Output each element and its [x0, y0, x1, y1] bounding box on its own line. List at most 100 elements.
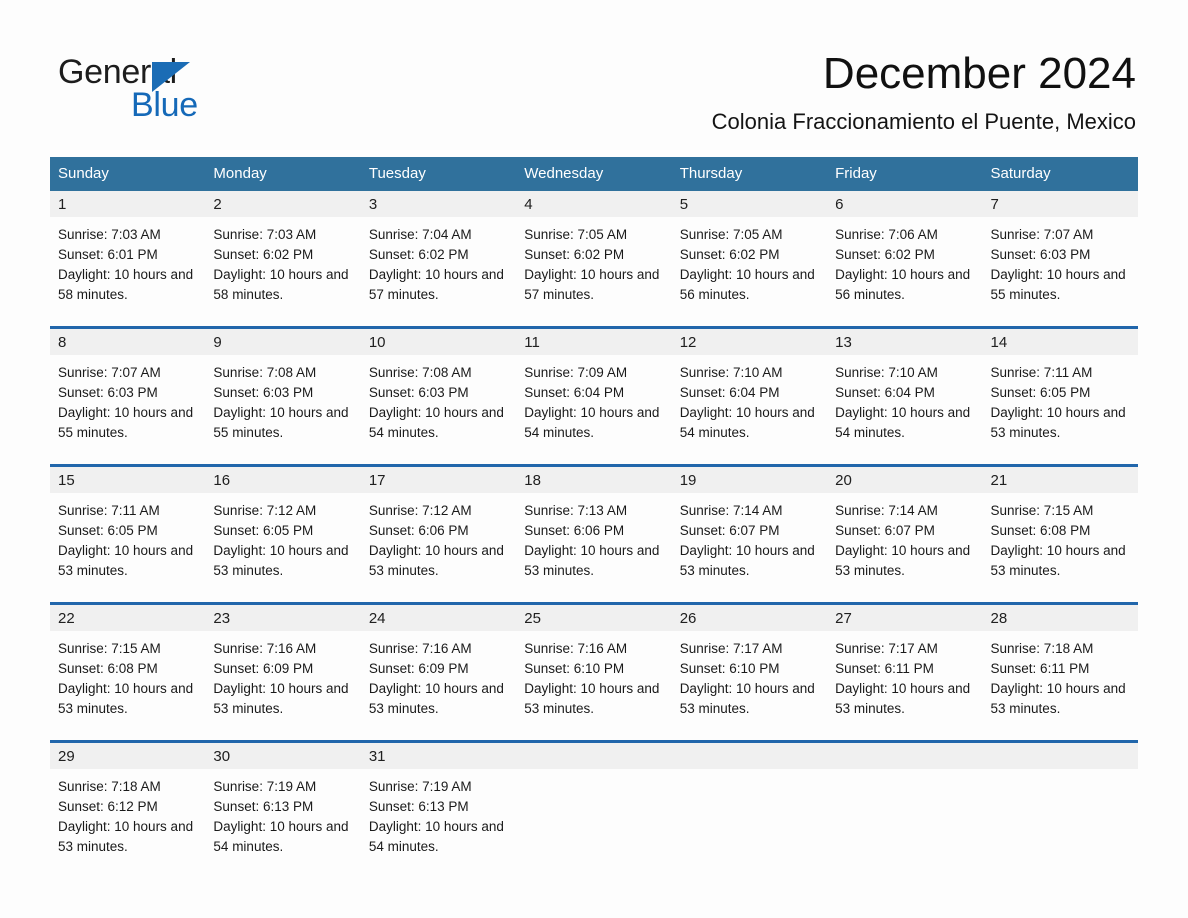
daylight-text: Daylight: 10 hours and 53 minutes.	[524, 681, 660, 716]
weekday-header-thursday: Thursday	[679, 165, 743, 182]
day-number[interactable]: 15	[50, 467, 205, 493]
day-cell[interactable]: Sunrise: 7:05 AM Sunset: 6:02 PM Daylight:…	[672, 217, 827, 326]
sunrise-text: Sunrise: 7:04 AM	[368, 227, 472, 242]
day-number[interactable]: 4	[516, 191, 671, 217]
day-cell[interactable]: Sunrise: 7:04 AM Sunset: 6:02 PM Daylight:…	[361, 217, 516, 326]
day-cell[interactable]: Sunrise: 7:06 AM Sunset: 6:02 PM Daylight:…	[827, 217, 982, 326]
daylight-text: Daylight: 10 hours and 54 minutes.	[368, 405, 504, 440]
day-cell[interactable]: Sunrise: 7:08 AM Sunset: 6:03 PM Daylight:…	[361, 355, 516, 464]
day-number[interactable]: 17	[361, 467, 516, 493]
day-number-empty	[827, 743, 982, 769]
day-number[interactable]: 11	[516, 329, 671, 355]
day-number[interactable]: 16	[205, 467, 360, 493]
day-cell-empty	[983, 769, 1138, 878]
day-cell[interactable]: Sunrise: 7:15 AM Sunset: 6:08 PM Daylight:…	[983, 493, 1138, 602]
day-number[interactable]: 29	[50, 743, 205, 769]
sunset-text: Sunset: 6:05 PM	[990, 385, 1091, 400]
day-cell[interactable]: Sunrise: 7:12 AM Sunset: 6:06 PM Daylight:…	[361, 493, 516, 602]
day-number[interactable]: 20	[827, 467, 982, 493]
day-detail-row: Sunrise: 7:03 AM Sunset: 6:01 PM Daylight:…	[50, 217, 1138, 326]
day-number[interactable]: 26	[672, 605, 827, 631]
day-cell[interactable]: Sunrise: 7:07 AM Sunset: 6:03 PM Daylight:…	[983, 217, 1138, 326]
day-cell[interactable]: Sunrise: 7:03 AM Sunset: 6:01 PM Daylight:…	[50, 217, 205, 326]
day-number[interactable]: 24	[361, 605, 516, 631]
day-cell[interactable]: Sunrise: 7:05 AM Sunset: 6:02 PM Daylight:…	[516, 217, 671, 326]
sunrise-text: Sunrise: 7:05 AM	[524, 227, 628, 242]
day-cell[interactable]: Sunrise: 7:11 AM Sunset: 6:05 PM Daylight:…	[983, 355, 1138, 464]
generalblue-logo[interactable]: General Blue	[58, 52, 318, 124]
daylight-text: Daylight: 10 hours and 53 minutes.	[58, 543, 194, 578]
day-cell[interactable]: Sunrise: 7:09 AM Sunset: 6:04 PM Daylight:…	[516, 355, 671, 464]
day-cell[interactable]: Sunrise: 7:14 AM Sunset: 6:07 PM Daylight:…	[827, 493, 982, 602]
day-number[interactable]: 27	[827, 605, 982, 631]
day-number[interactable]: 31	[361, 743, 516, 769]
day-number[interactable]: 13	[827, 329, 982, 355]
sunset-text: Sunset: 6:03 PM	[990, 247, 1091, 262]
day-cell[interactable]: Sunrise: 7:16 AM Sunset: 6:09 PM Daylight:…	[361, 631, 516, 740]
day-cell[interactable]: Sunrise: 7:12 AM Sunset: 6:05 PM Daylight:…	[205, 493, 360, 602]
day-number[interactable]: 3	[361, 191, 516, 217]
day-cell[interactable]: Sunrise: 7:13 AM Sunset: 6:06 PM Daylight:…	[516, 493, 671, 602]
day-number[interactable]: 7	[983, 191, 1138, 217]
daylight-text: Daylight: 10 hours and 54 minutes.	[213, 819, 349, 854]
weekday-header-saturday: Saturday	[990, 165, 1051, 182]
day-cell[interactable]: Sunrise: 7:19 AM Sunset: 6:13 PM Daylight:…	[205, 769, 360, 878]
day-cell[interactable]: Sunrise: 7:19 AM Sunset: 6:13 PM Daylight:…	[361, 769, 516, 878]
daylight-text: Daylight: 10 hours and 53 minutes.	[213, 543, 349, 578]
daylight-text: Daylight: 10 hours and 53 minutes.	[835, 681, 971, 716]
day-number[interactable]: 2	[205, 191, 360, 217]
day-number[interactable]: 1	[50, 191, 205, 217]
sunrise-text: Sunrise: 7:17 AM	[679, 641, 783, 656]
sunrise-text: Sunrise: 7:17 AM	[835, 641, 938, 656]
day-cell[interactable]: Sunrise: 7:11 AM Sunset: 6:05 PM Daylight:…	[50, 493, 205, 602]
day-number[interactable]: 22	[50, 605, 205, 631]
calendar-week-row: 1 2 3 4 5 6 7 Sunrise: 7:03 AM Sunset: 6:01 PM Da…	[50, 191, 1138, 326]
day-number[interactable]: 5	[672, 191, 827, 217]
day-number[interactable]: 8	[50, 329, 205, 355]
day-number[interactable]: 9	[205, 329, 360, 355]
day-cell[interactable]: Sunrise: 7:16 AM Sunset: 6:09 PM Daylight:…	[205, 631, 360, 740]
daylight-text: Daylight: 10 hours and 55 minutes.	[213, 405, 349, 440]
sunset-text: Sunset: 6:11 PM	[835, 661, 934, 676]
day-number[interactable]: 6	[827, 191, 982, 217]
daylight-text: Daylight: 10 hours and 58 minutes.	[213, 267, 349, 302]
day-number[interactable]: 30	[205, 743, 360, 769]
day-number[interactable]: 18	[516, 467, 671, 493]
daylight-text: Daylight: 10 hours and 57 minutes.	[368, 267, 504, 302]
day-number[interactable]: 25	[516, 605, 671, 631]
day-cell[interactable]: Sunrise: 7:10 AM Sunset: 6:04 PM Daylight:…	[827, 355, 982, 464]
sunrise-text: Sunrise: 7:18 AM	[58, 779, 161, 794]
sunrise-text: Sunrise: 7:12 AM	[368, 503, 472, 518]
sunset-text: Sunset: 6:13 PM	[368, 799, 469, 814]
sunset-text: Sunset: 6:05 PM	[213, 523, 314, 538]
day-cell[interactable]: Sunrise: 7:17 AM Sunset: 6:10 PM Daylight:…	[672, 631, 827, 740]
day-cell[interactable]: Sunrise: 7:16 AM Sunset: 6:10 PM Daylight:…	[516, 631, 671, 740]
day-number[interactable]: 12	[672, 329, 827, 355]
day-number[interactable]: 10	[361, 329, 516, 355]
day-number[interactable]: 14	[983, 329, 1138, 355]
sunset-text: Sunset: 6:10 PM	[524, 661, 625, 676]
sunset-text: Sunset: 6:06 PM	[524, 523, 625, 538]
day-cell[interactable]: Sunrise: 7:08 AM Sunset: 6:03 PM Daylight:…	[205, 355, 360, 464]
day-cell[interactable]: Sunrise: 7:10 AM Sunset: 6:04 PM Daylight:…	[672, 355, 827, 464]
sunset-text: Sunset: 6:07 PM	[835, 523, 935, 538]
day-cell[interactable]: Sunrise: 7:18 AM Sunset: 6:11 PM Daylight:…	[983, 631, 1138, 740]
weekday-header-tuesday: Tuesday	[368, 165, 426, 182]
day-cell[interactable]: Sunrise: 7:07 AM Sunset: 6:03 PM Daylight:…	[50, 355, 205, 464]
day-cell[interactable]: Sunrise: 7:17 AM Sunset: 6:11 PM Daylight:…	[827, 631, 982, 740]
daylight-text: Daylight: 10 hours and 54 minutes.	[368, 819, 504, 854]
day-number[interactable]: 28	[983, 605, 1138, 631]
day-cell[interactable]: Sunrise: 7:15 AM Sunset: 6:08 PM Daylight:…	[50, 631, 205, 740]
title-block: December 2024 Colonia Fraccionamiento el…	[712, 48, 1136, 135]
daylight-text: Daylight: 10 hours and 53 minutes.	[990, 405, 1126, 440]
day-number[interactable]: 21	[983, 467, 1138, 493]
daylight-text: Daylight: 10 hours and 53 minutes.	[524, 543, 660, 578]
day-number[interactable]: 19	[672, 467, 827, 493]
sunrise-text: Sunrise: 7:10 AM	[835, 365, 938, 380]
day-cell[interactable]: Sunrise: 7:18 AM Sunset: 6:12 PM Daylight:…	[50, 769, 205, 878]
day-cell[interactable]: Sunrise: 7:14 AM Sunset: 6:07 PM Daylight:…	[672, 493, 827, 602]
day-cell[interactable]: Sunrise: 7:03 AM Sunset: 6:02 PM Daylight:…	[205, 217, 360, 326]
daylight-text: Daylight: 10 hours and 56 minutes.	[679, 267, 815, 302]
daylight-text: Daylight: 10 hours and 55 minutes.	[58, 405, 194, 440]
day-number[interactable]: 23	[205, 605, 360, 631]
